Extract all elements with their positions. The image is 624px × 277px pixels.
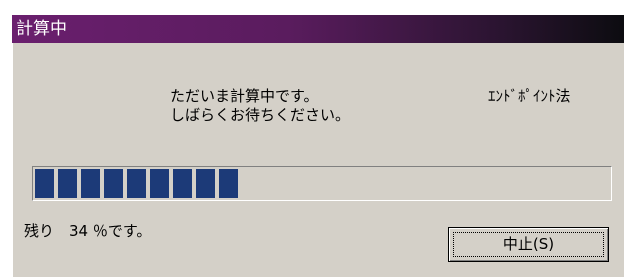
progress-block xyxy=(35,169,54,198)
progress-block xyxy=(58,169,77,198)
progress-block xyxy=(219,169,238,198)
progress-bar xyxy=(32,166,612,201)
status-message-line-1: ただいま計算中です。 xyxy=(170,87,319,105)
remaining-text: 残り 34 ％です。 xyxy=(24,222,152,240)
calculation-dialog: 計算中 ただいま計算中です。 しばらくお待ちください。 ｴﾝﾄﾞﾎﾟｲﾝﾄ法 残… xyxy=(12,15,624,277)
progress-block xyxy=(104,169,123,198)
status-message: ただいま計算中です。 しばらくお待ちください。 xyxy=(170,87,350,125)
progress-block xyxy=(196,169,215,198)
method-label: ｴﾝﾄﾞﾎﾟｲﾝﾄ法 xyxy=(488,87,571,105)
title-bar[interactable]: 計算中 xyxy=(12,15,624,43)
window-title: 計算中 xyxy=(16,19,67,39)
cancel-button[interactable]: 中止(S) xyxy=(448,227,609,262)
progress-block xyxy=(81,169,100,198)
progress-block xyxy=(150,169,169,198)
cancel-button-label: 中止(S) xyxy=(502,235,555,253)
status-message-line-2: しばらくお待ちください。 xyxy=(170,106,351,124)
progress-block xyxy=(173,169,192,198)
progress-block xyxy=(127,169,146,198)
